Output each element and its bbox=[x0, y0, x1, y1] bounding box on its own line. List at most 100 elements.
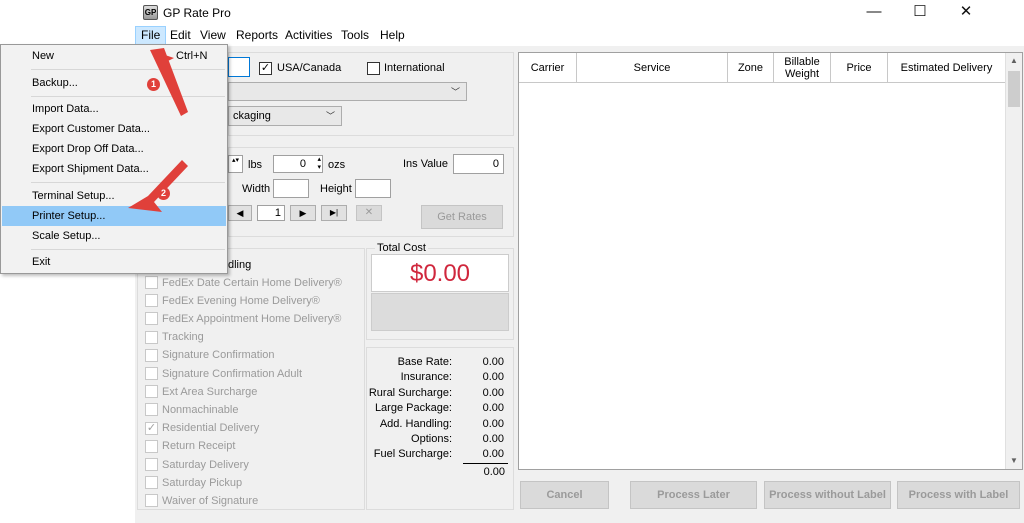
usa-canada-checkbox[interactable]: ✓ bbox=[259, 62, 272, 75]
col-billable-weight[interactable]: Billable Weight bbox=[774, 53, 831, 83]
option-checkbox[interactable] bbox=[145, 294, 158, 308]
option-row[interactable]: Signature Confirmation Adult bbox=[145, 367, 302, 381]
menu-export-dropoff[interactable]: Export Drop Off Data... bbox=[2, 139, 226, 159]
option-label: Saturday Pickup bbox=[162, 476, 243, 489]
option-row[interactable]: FedEx Evening Home Delivery® bbox=[145, 294, 320, 308]
breakdown-row: Add. Handling: 0.00 bbox=[366, 418, 508, 433]
service-select[interactable]: ﹀ bbox=[228, 82, 467, 101]
option-checkbox[interactable] bbox=[145, 458, 158, 471]
option-row[interactable]: Saturday Pickup bbox=[145, 476, 242, 490]
get-rates-button[interactable]: Get Rates bbox=[421, 205, 503, 229]
menu-export-shipment[interactable]: Export Shipment Data... bbox=[2, 159, 226, 179]
option-row[interactable]: Ext Area Surcharge bbox=[145, 385, 257, 399]
option-row[interactable]: Tracking bbox=[145, 330, 204, 345]
col-price[interactable]: Price bbox=[831, 53, 888, 83]
breakdown-label: Rural Surcharge: bbox=[368, 386, 452, 399]
last-page-button[interactable]: ▶| bbox=[321, 205, 347, 221]
international-checkbox[interactable] bbox=[367, 62, 380, 75]
menu-export-customer[interactable]: Export Customer Data... bbox=[2, 119, 226, 139]
clear-button[interactable]: ✕ bbox=[356, 205, 382, 221]
option-checkbox[interactable] bbox=[145, 476, 158, 490]
menu-terminal-setup[interactable]: Terminal Setup... bbox=[2, 186, 226, 206]
breakdown-value: 0.00 bbox=[482, 371, 504, 384]
ins-value-field[interactable]: 0 bbox=[453, 154, 504, 174]
option-row[interactable]: Nonmachinable bbox=[145, 403, 238, 417]
option-checkbox[interactable] bbox=[145, 403, 158, 417]
title-bar: GP GP Rate Pro — ☐ ✕ bbox=[135, 0, 1024, 26]
option-row[interactable]: Saturday Delivery bbox=[145, 458, 249, 472]
maximize-icon[interactable]: ☐ bbox=[897, 0, 943, 26]
menu-view[interactable]: View bbox=[195, 26, 231, 46]
option-checkbox[interactable] bbox=[145, 439, 158, 453]
option-checkbox[interactable] bbox=[145, 385, 158, 399]
option-row[interactable]: FedEx Appointment Home Delivery® bbox=[145, 312, 341, 326]
process-with-label-button[interactable]: Process with Label bbox=[897, 481, 1020, 509]
window-title: GP Rate Pro bbox=[163, 6, 231, 20]
option-row[interactable]: Waiver of Signature bbox=[145, 494, 258, 508]
menu-backup[interactable]: Backup... bbox=[2, 73, 226, 93]
menu-new-shortcut: Ctrl+N bbox=[176, 50, 208, 62]
option-checkbox[interactable] bbox=[145, 276, 158, 289]
breakdown-row: Fuel Surcharge: 0.00 bbox=[366, 448, 508, 463]
scroll-up-icon[interactable]: ▲ bbox=[1006, 53, 1022, 69]
menu-separator bbox=[31, 69, 225, 70]
breakdown-row: Options: 0.00 bbox=[366, 433, 508, 448]
menu-tools[interactable]: Tools bbox=[336, 26, 374, 46]
scroll-down-icon[interactable]: ▼ bbox=[1006, 453, 1022, 469]
next-page-button[interactable]: ▶ bbox=[290, 205, 316, 221]
breakdown-label: Fuel Surcharge: bbox=[373, 448, 452, 461]
zip-field[interactable] bbox=[228, 57, 250, 77]
menu-scale-setup[interactable]: Scale Setup... bbox=[2, 226, 226, 246]
option-checkbox[interactable] bbox=[145, 348, 158, 362]
ozs-value: 0 bbox=[299, 158, 306, 170]
menu-reports[interactable]: Reports bbox=[231, 26, 283, 46]
option-checkbox[interactable]: ✓ bbox=[145, 421, 158, 435]
menu-import-data[interactable]: Import Data... bbox=[2, 99, 226, 119]
international-label: International bbox=[384, 62, 445, 74]
minimize-icon[interactable]: — bbox=[851, 0, 897, 26]
width-field[interactable] bbox=[273, 179, 309, 198]
col-service[interactable]: Service bbox=[577, 53, 728, 83]
option-row[interactable]: Return Receipt bbox=[145, 439, 235, 454]
menu-edit[interactable]: Edit bbox=[165, 26, 196, 46]
packaging-select[interactable]: ckaging ﹀ bbox=[228, 106, 342, 126]
ozs-label: ozs bbox=[328, 159, 346, 171]
ozs-spinner-icon[interactable]: ▴ ▾ bbox=[317, 156, 321, 172]
height-field[interactable] bbox=[355, 179, 391, 198]
menu-printer-setup[interactable]: Printer Setup... bbox=[2, 206, 226, 226]
process-later-button[interactable]: Process Later bbox=[630, 481, 757, 509]
menu-new[interactable]: New Ctrl+N bbox=[2, 46, 226, 66]
file-menu: New Ctrl+N Backup... Import Data... Expo… bbox=[0, 44, 228, 274]
menu-help[interactable]: Help bbox=[375, 26, 410, 46]
option-label: Signature Confirmation bbox=[162, 349, 275, 362]
option-checkbox[interactable] bbox=[145, 312, 158, 326]
grid-scrollbar[interactable]: ▲ ▼ bbox=[1005, 53, 1022, 469]
prev-page-button[interactable]: ◀ bbox=[228, 205, 252, 221]
page-field[interactable]: 1 bbox=[257, 205, 285, 221]
col-zone[interactable]: Zone bbox=[728, 53, 774, 83]
option-row[interactable]: Signature Confirmation bbox=[145, 348, 275, 363]
scroll-thumb[interactable] bbox=[1008, 71, 1020, 107]
col-carrier[interactable]: Carrier bbox=[519, 53, 577, 83]
option-checkbox[interactable] bbox=[145, 330, 158, 344]
breakdown-value: 0.00 bbox=[482, 433, 504, 445]
menu-exit[interactable]: Exit bbox=[2, 252, 226, 272]
cancel-button[interactable]: Cancel bbox=[520, 481, 609, 509]
menu-activities[interactable]: Activities bbox=[280, 26, 337, 46]
total-cost-value: $0.00 bbox=[371, 254, 509, 292]
option-row[interactable]: ✓ Residential Delivery bbox=[145, 421, 259, 436]
packaging-value: ckaging bbox=[233, 110, 271, 122]
option-checkbox[interactable] bbox=[145, 367, 158, 380]
col-estimated-delivery[interactable]: Estimated Delivery bbox=[888, 53, 1006, 83]
breakdown-label: Add. Handling: bbox=[379, 417, 452, 430]
menu-file[interactable]: File bbox=[135, 26, 167, 46]
rates-grid[interactable]: Carrier Service Zone Billable Weight Pri… bbox=[518, 52, 1023, 470]
process-without-label-button[interactable]: Process without Label bbox=[764, 481, 891, 509]
breakdown-value: 0.00 bbox=[482, 356, 504, 368]
option-checkbox[interactable] bbox=[145, 494, 158, 508]
breakdown-row: Large Package: 0.00 bbox=[366, 402, 508, 417]
option-row[interactable]: FedEx Date Certain Home Delivery® bbox=[145, 276, 342, 290]
lbs-spinner[interactable]: ▴▾ bbox=[228, 155, 243, 173]
close-icon[interactable]: ✕ bbox=[943, 0, 989, 26]
ozs-field[interactable]: 0 ▴ ▾ bbox=[273, 155, 323, 173]
